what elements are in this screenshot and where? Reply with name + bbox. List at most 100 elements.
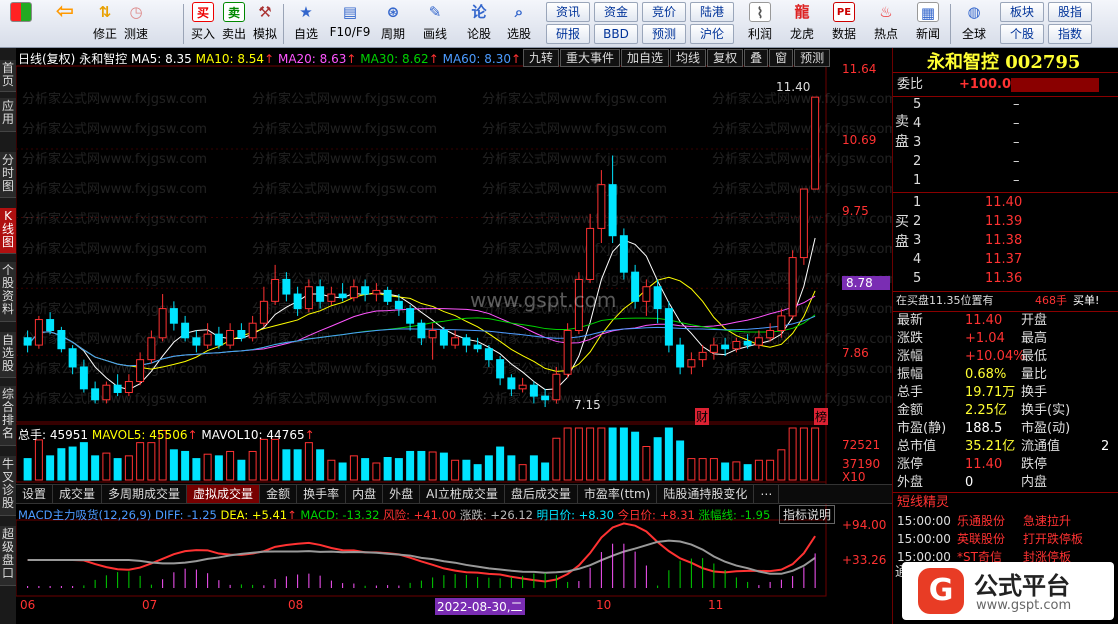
- sell-button[interactable]: 卖 卖出: [219, 2, 249, 46]
- macd-diff-line: [27, 522, 816, 583]
- volume-bar: [23, 458, 32, 481]
- volume-bar: [417, 450, 426, 481]
- tab-ranking[interactable]: 综合排名: [0, 386, 16, 446]
- volume-bar: [349, 455, 358, 481]
- quick-hk-connect[interactable]: 陆港: [690, 2, 734, 22]
- volume-bar: [552, 437, 561, 481]
- ind-tab-after-hours[interactable]: 盘后成交量: [505, 485, 578, 503]
- btn-overlay[interactable]: 叠: [744, 49, 769, 67]
- stat-key: 最低: [1021, 349, 1048, 364]
- btn-add-watchlist[interactable]: 加自选: [621, 49, 670, 67]
- quick-auction[interactable]: 竞价: [642, 2, 686, 22]
- volume-bar: [496, 446, 505, 481]
- global-button[interactable]: ◍ 全球: [954, 2, 994, 46]
- candle-body: [181, 322, 190, 339]
- candle-body: [541, 395, 550, 401]
- tab-timeshare[interactable]: 分时图: [0, 152, 16, 198]
- volume-bar: [34, 439, 43, 481]
- quick-bbd[interactable]: BBD: [594, 24, 638, 44]
- candle-body: [709, 344, 718, 353]
- quick-forecast[interactable]: 预测: [642, 24, 686, 44]
- candle-body: [676, 344, 685, 368]
- volume-bar: [79, 442, 88, 481]
- ind-tab-northbound[interactable]: 陆股通持股变化: [657, 485, 755, 503]
- color-grid-icon[interactable]: [6, 2, 36, 46]
- draw-line-button[interactable]: ✎ 画线: [416, 2, 454, 46]
- stat-row: 总市值 35.21亿 流通值 2: [893, 438, 1118, 456]
- tab-diagnosis[interactable]: 牛叉诊股: [0, 456, 16, 516]
- indicator-explain-button[interactable]: 指标说明: [779, 505, 836, 524]
- period-button[interactable]: ⊛ 周期: [374, 2, 412, 46]
- tab-super-board[interactable]: 超级盘口: [0, 526, 16, 586]
- quick-index[interactable]: 指数: [1048, 24, 1092, 44]
- stat-key: 最新: [897, 313, 924, 328]
- modify-button[interactable]: ⇅ 修正: [90, 2, 120, 46]
- tab-apps[interactable]: 应用: [0, 98, 16, 132]
- self-select-button[interactable]: ★ 自选: [287, 2, 325, 46]
- profit-button[interactable]: ⌇ 利润: [740, 2, 780, 46]
- weibi-row: 委比 +100.00%: [893, 76, 1118, 94]
- sprite-item[interactable]: 15:00:00 乐通股份 急速拉升: [893, 512, 1118, 530]
- collapse-arrow-icon[interactable]: [1011, 78, 1099, 92]
- quick-stock-index[interactable]: 股指: [1048, 2, 1092, 22]
- data-button[interactable]: PE 数据: [824, 2, 864, 46]
- volume-bar: [484, 455, 493, 481]
- tab-self-select[interactable]: 自选股: [0, 332, 16, 378]
- tab-kline[interactable]: K线图: [0, 208, 16, 254]
- simulate-button[interactable]: ⚒ 模拟: [250, 2, 280, 46]
- btn-nine-turn[interactable]: 九转: [523, 49, 560, 67]
- ind-tab-settings[interactable]: 设置: [16, 485, 54, 503]
- volume-bar: [113, 458, 122, 481]
- finance-marker[interactable]: 财: [695, 408, 710, 425]
- candle-body: [113, 384, 122, 393]
- ind-tab-turnover[interactable]: 换手率: [297, 485, 347, 503]
- buy-icon: 买: [192, 2, 214, 22]
- volume-bar: [563, 427, 572, 481]
- stock-pick-button[interactable]: ⌕ 选股: [500, 2, 538, 46]
- news-button[interactable]: ▦ 新闻: [908, 2, 948, 46]
- dragon-tiger-button[interactable]: 龍 龙虎: [782, 2, 822, 46]
- quick-sector[interactable]: 板块: [1000, 2, 1044, 22]
- btn-major-events[interactable]: 重大事件: [560, 49, 621, 67]
- hot-spot-button[interactable]: ♨ 热点: [866, 2, 906, 46]
- stat-value: 0.68%: [965, 367, 1007, 382]
- quick-shanghai-london[interactable]: 沪伦: [690, 24, 734, 44]
- test-speed-label: 测速: [123, 27, 148, 41]
- test-speed-button[interactable]: ◷ 测速: [120, 2, 152, 46]
- btn-moving-average[interactable]: 均线: [670, 49, 707, 67]
- btn-window[interactable]: 窗: [769, 49, 794, 67]
- ind-tab-multi-period[interactable]: 多周期成交量: [102, 485, 188, 503]
- sprite-item[interactable]: 15:00:00 英联股份 打开跌停板: [893, 530, 1118, 548]
- discuss-button[interactable]: 论 论股: [462, 2, 496, 46]
- tab-stock-info[interactable]: 个股资料: [0, 262, 16, 322]
- dragon-tiger-marker[interactable]: 榜: [814, 408, 829, 425]
- quick-capital[interactable]: 资金: [594, 2, 638, 22]
- back-button[interactable]: ⇦: [48, 1, 82, 46]
- buy-button[interactable]: 买 买入: [188, 2, 218, 46]
- tab-home[interactable]: 首页: [0, 60, 16, 92]
- ind-tab-volume[interactable]: 成交量: [53, 485, 103, 503]
- stat-key: 跌停: [1021, 457, 1048, 472]
- ind-tab-outer[interactable]: 外盘: [383, 485, 421, 503]
- ind-tab-inner[interactable]: 内盘: [346, 485, 384, 503]
- kline-chart-area[interactable]: 分析家公式网www.fxjgsw.com 分析家公式网www.fxjgsw.com…: [16, 48, 892, 624]
- watermark-text: 分析家公式网www.fxjgsw.com: [252, 361, 437, 377]
- btn-forecast[interactable]: 预测: [794, 49, 831, 67]
- newspaper-icon: ▦: [917, 2, 939, 22]
- kline-chart-svg[interactable]: 分析家公式网www.fxjgsw.com 分析家公式网www.fxjgsw.com…: [16, 48, 892, 624]
- ind-tab-more[interactable]: ⋯: [754, 485, 780, 503]
- ind-tab-pe-ttm[interactable]: 市盈率(ttm): [578, 485, 658, 503]
- ind-tab-virtual-volume[interactable]: 虚拟成交量: [187, 485, 261, 503]
- price-tick: 10.69: [842, 133, 877, 147]
- candle-body: [57, 330, 66, 350]
- candle-body: [203, 333, 212, 346]
- btn-adjust[interactable]: 复权: [707, 49, 744, 67]
- macd-today: 今日价: +8.31: [617, 508, 695, 522]
- stat-row: 总手 19.71万 换手: [893, 384, 1118, 402]
- quick-research[interactable]: 研报: [546, 24, 590, 44]
- quick-news[interactable]: 资讯: [546, 2, 590, 22]
- f10-button[interactable]: ▤ F10/F9: [326, 2, 374, 46]
- ind-tab-ai-volume[interactable]: AI立桩成交量: [420, 485, 505, 503]
- quick-single-stock[interactable]: 个股: [1000, 24, 1044, 44]
- ind-tab-amount[interactable]: 金额: [260, 485, 298, 503]
